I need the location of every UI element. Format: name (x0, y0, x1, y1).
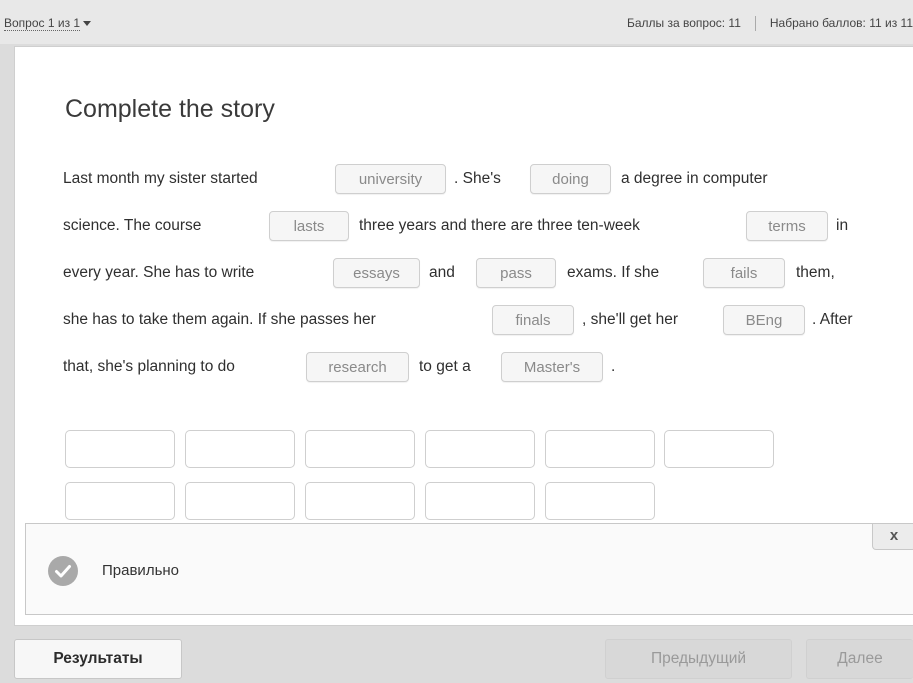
close-feedback-button[interactable]: x (872, 524, 913, 550)
story-text-fragment: a degree in computer (621, 170, 768, 187)
answer-bank (65, 430, 785, 530)
story-text-fragment: them, (796, 264, 835, 281)
answer-slot[interactable] (305, 482, 415, 520)
feedback-result: Правильно (102, 562, 180, 579)
answer-chip[interactable]: fails (703, 258, 785, 288)
answer-slot[interactable] (545, 482, 655, 520)
answer-slot[interactable] (425, 430, 535, 468)
feedback-panel: x Правильно (25, 523, 913, 615)
story-text-fragment: she has to take them again. If she passe… (63, 311, 376, 328)
answer-chip[interactable]: pass (476, 258, 556, 288)
next-button[interactable]: Далее (806, 639, 913, 679)
points-for-question: Баллы за вопрос: 11 (626, 16, 741, 30)
answer-slot[interactable] (664, 430, 774, 468)
answer-slot[interactable] (185, 482, 295, 520)
caret-down-icon (83, 21, 92, 27)
story-text-fragment: . (611, 358, 616, 375)
answer-chip[interactable]: essays (333, 258, 420, 288)
exercise-title: Complete the story (65, 95, 275, 123)
previous-button[interactable]: Предыдущий (605, 639, 792, 679)
story-line: science. The course lasts three years an… (63, 211, 863, 258)
story-line: she has to take them again. If she passe… (63, 305, 863, 352)
answer-slot[interactable] (65, 482, 175, 520)
story-text-fragment: . After (812, 311, 853, 328)
story-text-fragment: , she'll get her (582, 311, 679, 328)
answer-chip[interactable]: BEng (723, 305, 805, 335)
top-bar: Вопрос 1 из 1 Баллы за вопрос: 11 Набрано… (0, 0, 913, 44)
story-text-fragment: Last month my sister started (63, 170, 258, 187)
answer-slot[interactable] (305, 430, 415, 468)
story-text-fragment: every year. She has to write (63, 264, 255, 281)
answer-chip[interactable]: terms (746, 211, 828, 241)
answer-chip[interactable]: lasts (269, 211, 349, 241)
story-text: Last month my sister started university … (63, 164, 863, 399)
results-button[interactable]: Результаты (14, 639, 182, 679)
answer-slot[interactable] (185, 430, 295, 468)
answer-slot[interactable] (65, 430, 175, 468)
score-info: Баллы за вопрос: 11 Набрано баллов: 11 из… (626, 16, 913, 32)
question-nav-dropdown[interactable]: Вопрос 1 из 1 (4, 16, 92, 31)
story-text-fragment: science. The course (63, 217, 202, 234)
answer-slot[interactable] (545, 430, 655, 468)
story-text-fragment: and (429, 264, 455, 281)
answer-chip[interactable]: university (335, 164, 446, 194)
story-line: Last month my sister started university … (63, 164, 863, 211)
question-nav-label: Вопрос 1 из 1 (4, 16, 81, 31)
story-text-fragment: to get a (419, 358, 471, 375)
answer-slot[interactable] (425, 482, 535, 520)
story-line: every year. She has to write essays and … (63, 258, 863, 305)
story-text-fragment: that, she's planning to do (63, 358, 235, 375)
story-line: that, she's planning to do research to g… (63, 352, 863, 399)
story-text-fragment: in (836, 217, 849, 234)
quiz-app: Вопрос 1 из 1 Баллы за вопрос: 11 Набрано… (0, 0, 913, 683)
story-text-fragment: three years and there are three ten-week (359, 217, 640, 234)
story-text-fragment: . She's (454, 170, 501, 187)
answer-chip[interactable]: doing (530, 164, 611, 194)
question-card: Complete the story Last month my sister … (14, 46, 913, 626)
story-text-fragment: exams. If she (567, 264, 660, 281)
check-circle-icon (48, 556, 78, 586)
score-divider (754, 16, 756, 32)
answer-chip[interactable]: research (306, 352, 409, 382)
answer-chip[interactable]: finals (492, 305, 574, 335)
points-scored: Набрано баллов: 11 из 11 (769, 16, 913, 30)
answer-chip[interactable]: Master's (501, 352, 603, 382)
